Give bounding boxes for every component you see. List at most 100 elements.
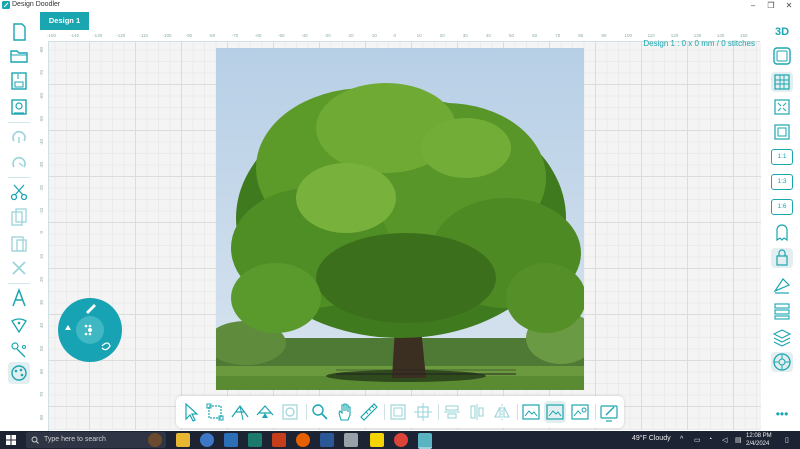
- toolbar-separator: [384, 404, 385, 420]
- trace-button[interactable]: [598, 401, 620, 423]
- taskbar-search-placeholder: Type here to search: [44, 436, 106, 443]
- 3d-view-button[interactable]: 3D: [771, 22, 793, 42]
- calculator-icon[interactable]: [224, 433, 238, 447]
- grid-button[interactable]: [771, 72, 793, 92]
- battery-icon[interactable]: ▭: [694, 436, 701, 444]
- ruler-tick-label: -80: [39, 47, 44, 54]
- windows-start-icon[interactable]: [6, 435, 16, 445]
- save-button[interactable]: [8, 70, 30, 92]
- edge-browser-icon[interactable]: [200, 433, 214, 447]
- node-add-button[interactable]: [254, 401, 276, 423]
- resize-button[interactable]: [412, 401, 434, 423]
- search-icon: [31, 436, 39, 444]
- tab-design-1[interactable]: Design 1: [40, 12, 89, 30]
- tray-expand-icon[interactable]: ^: [680, 436, 683, 443]
- palette-button[interactable]: [8, 362, 30, 384]
- design-doodler-taskbar-icon[interactable]: [418, 433, 432, 449]
- zoom-fit-button[interactable]: [771, 97, 793, 117]
- crop-select-button[interactable]: [204, 401, 226, 423]
- clock-date[interactable]: 2/4/2024: [746, 441, 769, 447]
- delete-button[interactable]: [8, 257, 30, 279]
- image-edit-button[interactable]: [569, 401, 591, 423]
- palette-icon: [11, 365, 27, 381]
- image-button[interactable]: [520, 401, 542, 423]
- ruler-tick-label: 150: [740, 33, 748, 38]
- new-file-button[interactable]: [8, 21, 30, 43]
- file-explorer-icon[interactable]: [176, 433, 190, 447]
- pen-tool-button[interactable]: [8, 313, 30, 335]
- network-icon[interactable]: ◔: [708, 436, 712, 443]
- image-active-button[interactable]: [544, 401, 566, 423]
- maximize-button[interactable]: ❐: [762, 0, 780, 11]
- weather-widget[interactable]: 49°F Cloudy: [632, 435, 671, 442]
- ruler-tick-label: 100: [624, 33, 633, 38]
- select-button[interactable]: [180, 401, 202, 423]
- ratio-1-3-button[interactable]: 1:3: [771, 174, 793, 190]
- ruler-tick-label: -50: [39, 116, 44, 123]
- tree-photo[interactable]: [216, 48, 584, 390]
- paste-button[interactable]: [8, 232, 30, 254]
- redo-button[interactable]: [8, 152, 30, 174]
- word-icon[interactable]: [320, 433, 334, 447]
- undo-icon: [12, 130, 26, 143]
- text-tool-button[interactable]: [8, 287, 30, 309]
- layers-button[interactable]: [771, 327, 793, 347]
- ruler-tick-label: 40: [485, 33, 491, 38]
- tool-wheel[interactable]: [58, 298, 122, 362]
- zoom-button[interactable]: [309, 401, 331, 423]
- ruler-tick-label: 60: [532, 33, 538, 38]
- fit-icon: [390, 404, 406, 420]
- zoom-design-button[interactable]: [771, 122, 793, 142]
- left-separator: [8, 283, 30, 284]
- ruler-tick-label: 20: [39, 277, 44, 283]
- powerpoint-icon[interactable]: [272, 433, 286, 447]
- notifications-icon[interactable]: ▯: [785, 436, 789, 444]
- align-middle-button[interactable]: [466, 401, 488, 423]
- zoom-design-icon: [774, 124, 790, 140]
- ruler-tick-label: 140: [716, 33, 725, 38]
- lasso-button[interactable]: [279, 401, 301, 423]
- ruler-tick-label: -10: [39, 208, 44, 215]
- open-button[interactable]: [8, 45, 30, 67]
- flip-button[interactable]: [491, 401, 513, 423]
- more-button[interactable]: •••: [771, 408, 793, 428]
- ruler-tick-label: 30: [462, 33, 468, 38]
- pan-button[interactable]: [334, 401, 356, 423]
- clock-time[interactable]: 12:08 PM: [746, 433, 772, 439]
- copy-button[interactable]: [8, 206, 30, 228]
- align-center-button[interactable]: [441, 401, 463, 423]
- hoop-button[interactable]: [771, 46, 793, 66]
- publisher-icon[interactable]: [248, 433, 262, 447]
- minimize-button[interactable]: –: [744, 0, 762, 11]
- sticky-notes-icon[interactable]: [370, 433, 384, 447]
- resize-icon: [414, 403, 432, 421]
- measure-button[interactable]: [358, 401, 380, 423]
- thread-palette-button[interactable]: [771, 352, 793, 372]
- stitch-view-button[interactable]: [771, 222, 793, 242]
- ratio-1-1-button[interactable]: 1:1: [771, 149, 793, 165]
- properties-button[interactable]: [771, 275, 793, 295]
- toolbar-separator: [517, 404, 518, 420]
- node-edit-button[interactable]: [229, 401, 251, 423]
- grid-icon: [774, 74, 790, 90]
- app-icon[interactable]: [344, 433, 358, 447]
- ruler-tick-label: 10: [416, 33, 422, 38]
- ruler-tick-label: -20: [39, 185, 44, 192]
- cut-button[interactable]: [8, 181, 30, 203]
- ruler-tick-label: -30: [39, 162, 44, 169]
- toolbar-separator: [595, 404, 596, 420]
- language-icon[interactable]: ▤: [735, 436, 742, 444]
- windows-taskbar: Type here to search 49°F Cloudy ^ ▭ ◔ ◁ …: [0, 431, 800, 449]
- export-button[interactable]: [8, 96, 30, 118]
- chrome-icon[interactable]: [394, 433, 408, 447]
- sequence-button[interactable]: [771, 301, 793, 321]
- magic-wand-button[interactable]: [8, 338, 30, 360]
- undo-button[interactable]: [8, 126, 30, 148]
- ghost-icon: [776, 224, 788, 242]
- fit-button[interactable]: [387, 401, 409, 423]
- firefox-icon[interactable]: [296, 433, 310, 447]
- volume-icon[interactable]: ◁: [722, 436, 727, 444]
- ratio-1-6-button[interactable]: 1:6: [771, 199, 793, 215]
- lock-button[interactable]: [771, 248, 793, 268]
- close-button[interactable]: ✕: [780, 0, 798, 11]
